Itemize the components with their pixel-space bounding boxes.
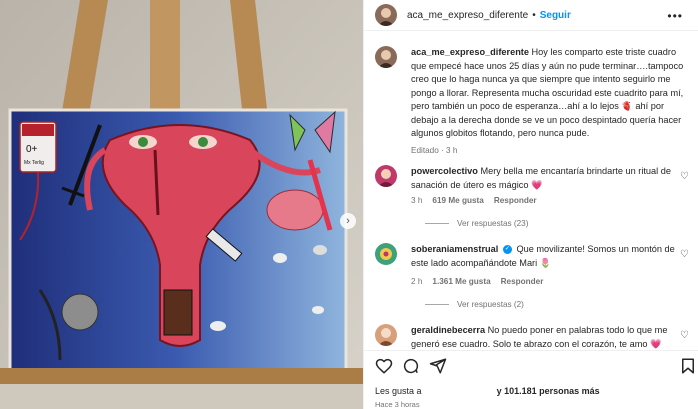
- post-image[interactable]: 0+ Mx Terlig ›: [0, 0, 363, 409]
- caption-meta: Editado · 3 h: [411, 146, 457, 155]
- view-replies-label: Ver respuestas (2): [457, 300, 524, 309]
- view-replies-button[interactable]: Ver respuestas (23): [425, 219, 528, 228]
- comment-reply-button[interactable]: Responder: [494, 196, 537, 205]
- comment-time: 3 h: [411, 196, 423, 205]
- post-header: aca_me_expreso_diferente • Seguir •••: [364, 0, 698, 30]
- chevron-right-icon: ›: [346, 215, 350, 227]
- save-bookmark-icon[interactable]: [679, 357, 697, 375]
- comment-meta: 2 h 1.361 Me gusta Responder: [411, 277, 543, 286]
- author-avatar[interactable]: [375, 4, 397, 26]
- comment-time: 2 h: [411, 277, 423, 286]
- blood-type-label: 0+: [26, 144, 38, 155]
- comment-reply-button[interactable]: Responder: [501, 277, 544, 286]
- painting-illustration: 0+ Mx Terlig: [0, 0, 363, 409]
- comment-row: geraldinebecerra No puedo poner en palab…: [375, 324, 695, 350]
- caption-avatar[interactable]: [375, 46, 397, 68]
- comment-avatar[interactable]: [375, 165, 397, 187]
- caption-body: Hoy les comparto este triste cuadro que …: [411, 47, 684, 138]
- like-heart-icon[interactable]: [375, 357, 393, 375]
- caption-text: aca_me_expreso_diferente Hoy les compart…: [411, 46, 686, 141]
- share-send-icon[interactable]: [429, 357, 447, 375]
- comment-row: powercolectivo Mery bella me encantaría …: [375, 165, 695, 235]
- post-side-panel: aca_me_expreso_diferente • Seguir ••• ac…: [363, 0, 698, 409]
- caption-edited-time: Editado · 3 h: [411, 146, 458, 155]
- more-options-icon[interactable]: •••: [667, 9, 683, 23]
- comment-like-icon[interactable]: ♡: [680, 249, 689, 260]
- separator-dot: •: [532, 9, 536, 21]
- likes-prefix: Les gusta a: [375, 386, 422, 396]
- view-replies-button[interactable]: Ver respuestas (2): [425, 300, 524, 309]
- author-username[interactable]: aca_me_expreso_diferente: [407, 10, 528, 21]
- comment-text: geraldinebecerra No puedo poner en palab…: [411, 324, 686, 350]
- comment-bubble-icon[interactable]: [402, 357, 420, 375]
- blood-bag-small-label: Mx Terlig: [24, 160, 44, 166]
- follow-button[interactable]: Seguir: [540, 10, 571, 21]
- likes-summary[interactable]: Les gusta a y 101.181 personas más: [375, 386, 600, 396]
- comment-likes-count[interactable]: 1.361 Me gusta: [432, 277, 490, 286]
- comment-like-icon[interactable]: ♡: [680, 330, 689, 341]
- likes-count[interactable]: y 101.181 personas más: [497, 386, 600, 396]
- post-action-bar: [364, 353, 698, 381]
- comment-username[interactable]: soberaniamenstrual: [411, 244, 498, 254]
- comment-row: soberaniamenstrual ✓ Que movilizante! So…: [375, 243, 695, 313]
- comment-username[interactable]: powercolectivo: [411, 166, 478, 176]
- comment-like-icon[interactable]: ♡: [680, 171, 689, 182]
- replies-line: [425, 304, 449, 305]
- comments-list: aca_me_expreso_diferente Hoy les compart…: [364, 40, 698, 350]
- actions-divider: [364, 350, 698, 351]
- caption-row: aca_me_expreso_diferente Hoy les compart…: [375, 46, 695, 158]
- comment-avatar[interactable]: [375, 324, 397, 346]
- verified-badge-icon: ✓: [502, 245, 512, 255]
- comment-username[interactable]: geraldinebecerra: [411, 325, 485, 335]
- comment-text: soberaniamenstrual ✓ Que movilizante! So…: [411, 243, 686, 270]
- comment-meta: 3 h 619 Me gusta Responder: [411, 196, 537, 205]
- caption-username[interactable]: aca_me_expreso_diferente: [411, 47, 529, 57]
- view-replies-label: Ver respuestas (23): [457, 219, 529, 228]
- post-time: Hace 3 horas: [375, 400, 420, 409]
- comment-text: powercolectivo Mery bella me encantaría …: [411, 165, 686, 192]
- comment-avatar[interactable]: [375, 243, 397, 265]
- replies-line: [425, 223, 449, 224]
- next-image-button[interactable]: ›: [340, 213, 356, 229]
- comment-likes-count[interactable]: 619 Me gusta: [432, 196, 483, 205]
- header-divider: [364, 30, 698, 31]
